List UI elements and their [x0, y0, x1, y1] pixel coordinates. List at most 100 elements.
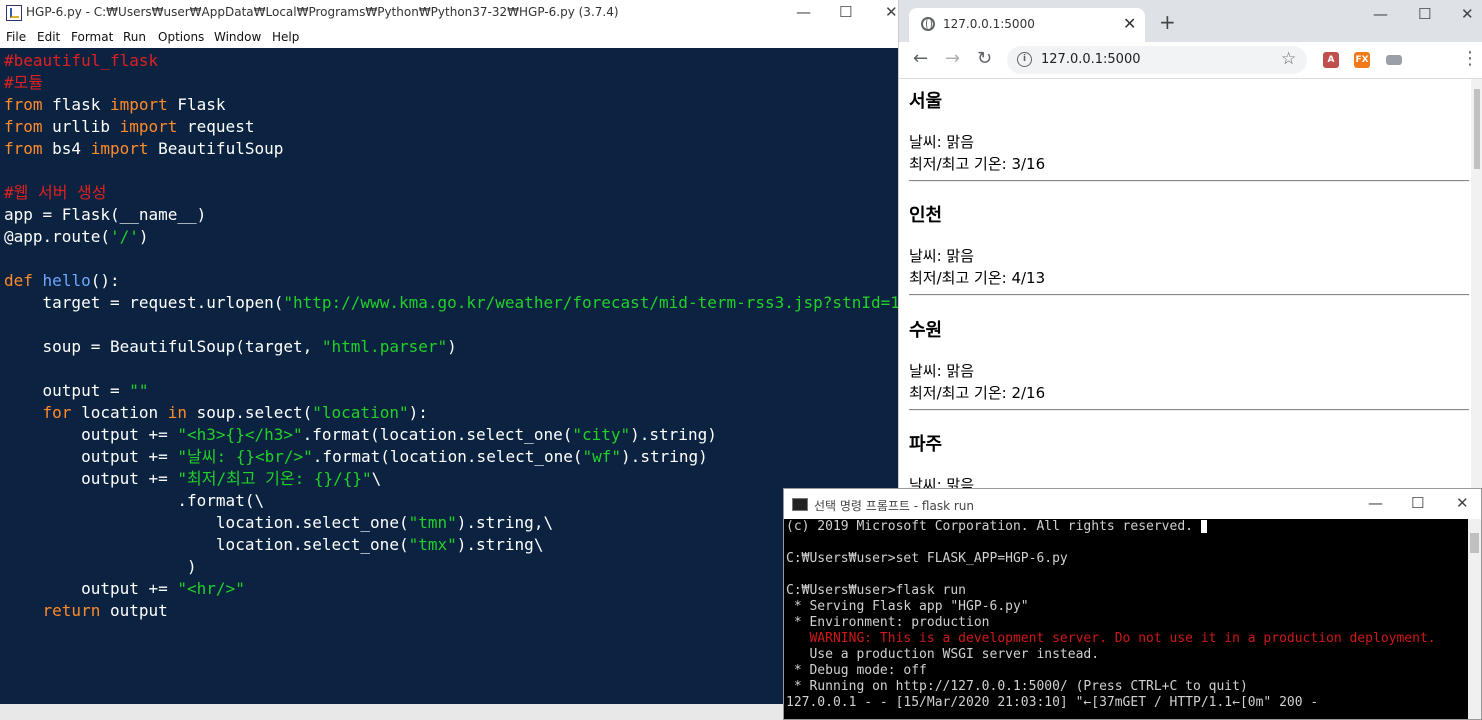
- code-token: '/': [109, 227, 139, 246]
- code-line: .format(\: [4, 490, 264, 512]
- code-token: import: [90, 139, 149, 158]
- code-token: ).string): [630, 425, 717, 444]
- code-token: "<hr/>": [177, 579, 245, 598]
- console-scrollbar-thumb[interactable]: [1470, 533, 1479, 553]
- minimize-button[interactable]: —: [796, 3, 811, 21]
- console-line: WARNING: This is a development server. D…: [786, 631, 1436, 646]
- code-editor[interactable]: #beautiful_flask #모듈 from flask import Fla…: [0, 48, 938, 708]
- code-token: flask: [42, 95, 110, 114]
- console-maximize-button[interactable]: ☐: [1411, 494, 1424, 512]
- globe-icon: [921, 17, 935, 31]
- address-bar[interactable]: i 127.0.0.1:5000 ☆: [1007, 46, 1307, 74]
- browser-close-button[interactable]: ✕: [1461, 5, 1474, 23]
- bookmark-star-icon[interactable]: ☆: [1281, 49, 1296, 69]
- info-icon[interactable]: i: [1017, 52, 1032, 67]
- menu-help[interactable]: Help: [272, 30, 299, 44]
- console-minimize-button[interactable]: —: [1368, 494, 1383, 512]
- close-button[interactable]: ✕: [885, 3, 898, 21]
- code-token: target = request.urlopen(: [4, 293, 284, 312]
- code-token: output +=: [4, 425, 178, 444]
- weather-line: 날씨: 맑음: [909, 247, 975, 265]
- extension-icon[interactable]: [1386, 55, 1402, 65]
- code-line: #웹 서버 생성: [4, 182, 107, 204]
- idle-app-icon: [6, 5, 22, 21]
- console-close-button[interactable]: ✕: [1456, 494, 1469, 512]
- code-token: ):: [408, 403, 428, 422]
- menu-edit[interactable]: Edit: [37, 30, 60, 44]
- fx-extension-icon[interactable]: FX: [1354, 52, 1370, 68]
- code-token: @app.route(: [4, 227, 110, 246]
- browser-toolbar: ← → ↻ i 127.0.0.1:5000 ☆ A FX ⋮: [899, 42, 1482, 79]
- code-token: from: [4, 95, 43, 114]
- reload-icon[interactable]: ↻: [977, 48, 992, 69]
- text-cursor: [1200, 520, 1207, 533]
- console-line: (c) 2019 Microsoft Corporation. All righ…: [786, 519, 1207, 535]
- code-token: \: [371, 469, 382, 488]
- menu-window[interactable]: Window: [214, 30, 261, 44]
- code-token: output +=: [4, 447, 178, 466]
- temp-line: 최저/최고 기온: 4/13: [909, 269, 1046, 287]
- menu-file[interactable]: File: [6, 30, 26, 44]
- menu-options[interactable]: Options: [158, 30, 204, 44]
- code-line: return output: [4, 600, 168, 622]
- tab-close-button[interactable]: ✕: [1123, 14, 1136, 33]
- browser-minimize-button[interactable]: —: [1373, 5, 1388, 23]
- code-line: for location in soup.select("location"):: [4, 402, 428, 424]
- menu-run[interactable]: Run: [123, 30, 146, 44]
- code-token: "location": [312, 403, 409, 422]
- code-token: ): [447, 337, 457, 356]
- code-line: output += "<hr/>": [4, 578, 245, 600]
- address-url[interactable]: 127.0.0.1:5000: [1041, 52, 1141, 67]
- code-token: ): [4, 557, 197, 576]
- code-line: from bs4 import BeautifulSoup: [4, 138, 283, 160]
- tab-localhost[interactable]: 127.0.0.1:5000 ✕: [909, 8, 1145, 42]
- code-line: location.select_one("tmx").string\: [4, 534, 544, 556]
- weather-line: 날씨: 맑음: [909, 362, 975, 380]
- code-line: ): [4, 556, 197, 578]
- code-token: .format(location.select_one(: [302, 425, 573, 444]
- code-line: target = request.urlopen("http://www.kma…: [4, 292, 939, 314]
- scrollbar-thumb[interactable]: [1474, 89, 1480, 169]
- console-scrollbar[interactable]: [1468, 519, 1481, 719]
- pdf-extension-icon[interactable]: A: [1323, 52, 1339, 68]
- code-token: location.select_one(: [4, 513, 409, 532]
- code-token: ): [138, 227, 149, 246]
- console-line: * Serving Flask app "HGP-6.py": [786, 599, 1029, 614]
- code-token: ).string,\: [456, 513, 554, 532]
- code-token: output =: [4, 381, 130, 400]
- tab-title: 127.0.0.1:5000: [943, 17, 1035, 31]
- console-output[interactable]: (c) 2019 Microsoft Corporation. All righ…: [784, 519, 1468, 719]
- new-tab-button[interactable]: +: [1159, 10, 1176, 34]
- tab-strip: 127.0.0.1:5000 ✕ + — ☐ ✕: [899, 0, 1482, 42]
- code-token: #모듈: [4, 73, 44, 92]
- console-title-bar: 선택 명령 프롬프트 - flask run — ☐ ✕: [784, 489, 1481, 519]
- code-line: output += "최저/최고 기온: {}/{}"\: [4, 468, 381, 490]
- code-token: BeautifulSoup: [148, 139, 284, 158]
- console-line: Use a production WSGI server instead.: [786, 647, 1100, 662]
- console-line: C:₩Users₩user>set FLASK_APP=HGP-6.py: [786, 551, 1068, 566]
- horizontal-rule: [909, 409, 1469, 411]
- code-token: #beautiful_flask: [4, 51, 159, 70]
- maximize-button[interactable]: ☐: [839, 3, 852, 21]
- code-line: @app.route('/'): [4, 226, 149, 248]
- console-line: * Debug mode: off: [786, 663, 927, 678]
- code-token: .format(location.select_one(: [312, 447, 583, 466]
- code-token: #웹 서버 생성: [4, 183, 107, 202]
- back-arrow-icon[interactable]: ←: [913, 48, 928, 69]
- code-line: output = "": [4, 380, 149, 402]
- code-token: def: [4, 271, 33, 290]
- code-line: def hello():: [4, 270, 120, 292]
- code-token: Flask: [167, 95, 226, 114]
- code-token: "city": [572, 425, 631, 444]
- code-token: "날씨: {}<br/>": [177, 447, 313, 466]
- menu-kebab-icon[interactable]: ⋮: [1461, 48, 1479, 69]
- code-token: ():: [90, 271, 120, 290]
- code-token: output +=: [4, 579, 178, 598]
- console-app-icon: [792, 498, 808, 511]
- forward-arrow-icon[interactable]: →: [945, 48, 960, 69]
- city-heading: 서울: [909, 91, 943, 112]
- browser-maximize-button[interactable]: ☐: [1418, 5, 1431, 23]
- menu-format[interactable]: Format: [71, 30, 113, 44]
